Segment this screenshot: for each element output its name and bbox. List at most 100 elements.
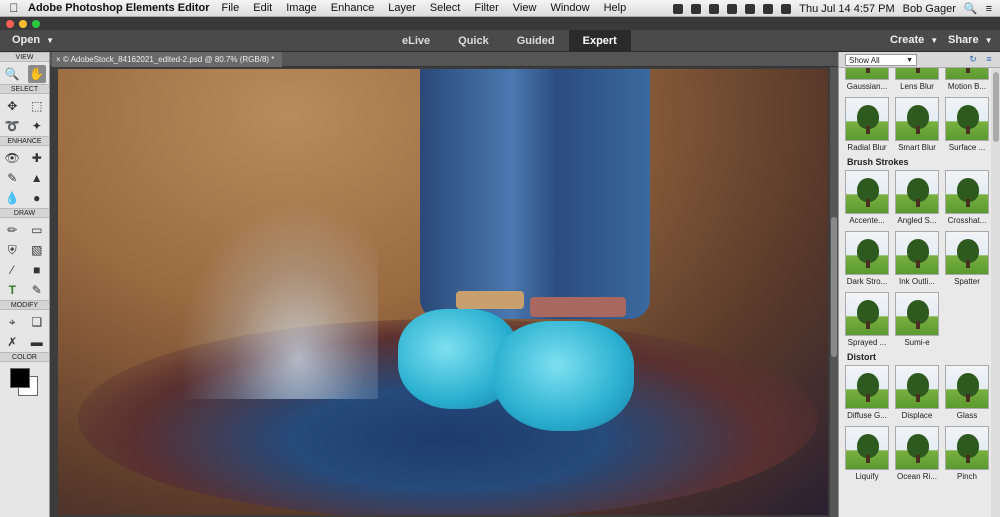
zoom-window-button[interactable] — [32, 19, 40, 28]
filter-thumbnail — [845, 426, 889, 470]
filter-surface-blur[interactable]: Surface ... — [943, 97, 991, 154]
document-tab[interactable]: × © AdobeStock_84162021_edited-2.psd @ 8… — [52, 52, 283, 67]
minimize-window-button[interactable] — [19, 19, 27, 28]
document-image[interactable] — [58, 69, 828, 515]
status-area: Thu Jul 14 4:57 PM Bob Gager 🔍 ≡ — [673, 0, 1000, 17]
move-tool-icon[interactable]: ✥ — [3, 97, 21, 115]
trunk-icon — [916, 394, 920, 402]
scrollbar-thumb[interactable] — [831, 217, 837, 357]
mode-tabs: eLive Quick Guided Expert — [388, 30, 631, 52]
color-swatches — [0, 364, 49, 404]
eyedropper-tool-icon[interactable]: ⁄ — [3, 261, 21, 279]
lasso-tool-icon[interactable]: ➰ — [3, 117, 21, 135]
canvas-area[interactable] — [50, 67, 830, 517]
clock-text[interactable]: Thu Jul 14 4:57 PM — [799, 3, 894, 15]
panel-scrollbar[interactable] — [991, 68, 1000, 517]
list-icon[interactable]: ≡ — [986, 3, 992, 15]
clone-stamp-tool-icon[interactable]: ▲ — [28, 169, 46, 187]
scrollbar-thumb[interactable] — [993, 72, 999, 142]
hand-tool-icon[interactable]: ✋ — [27, 65, 46, 83]
splash-region — [178, 199, 378, 399]
menu-window[interactable]: Window — [550, 2, 589, 14]
smart-brush-tool-icon[interactable]: ✎ — [3, 169, 21, 187]
create-button[interactable]: Create ▼ — [890, 34, 938, 46]
content-aware-move-tool-icon[interactable]: ✗ — [3, 333, 21, 351]
brush-tool-icon[interactable]: ✏ — [3, 221, 21, 239]
blur-tool-icon[interactable]: 💧 — [3, 189, 21, 207]
filter-label: Lens Blur — [900, 82, 934, 91]
dropbox-icon[interactable] — [709, 3, 720, 14]
spotlight-icon[interactable]: 🔍 — [964, 2, 978, 15]
spot-healing-tool-icon[interactable]: ✚ — [28, 149, 46, 167]
tab-quick[interactable]: Quick — [444, 30, 503, 52]
share-button[interactable]: Share ▼ — [948, 34, 993, 46]
menu-layer[interactable]: Layer — [388, 2, 416, 14]
close-window-button[interactable] — [6, 19, 14, 28]
recompose-tool-icon[interactable]: ❏ — [28, 313, 46, 331]
menu-help[interactable]: Help — [604, 2, 627, 14]
apple-icon[interactable]:  — [0, 1, 28, 15]
filter-motion-blur[interactable]: Motion B... — [943, 68, 991, 93]
tab-expert[interactable]: Expert — [568, 30, 631, 52]
marquee-tool-icon[interactable]: ⬚ — [28, 97, 46, 115]
filter-ink-outlines[interactable]: Ink Outli... — [893, 231, 941, 288]
open-button[interactable]: Open ▼ — [12, 34, 54, 46]
zoom-tool-icon[interactable]: 🔍 — [3, 65, 21, 83]
filter-lens-blur[interactable]: Lens Blur — [893, 68, 941, 93]
app-name[interactable]: Adobe Photoshop Elements Editor — [28, 2, 210, 14]
filter-crosshatch[interactable]: Crosshat... — [943, 170, 991, 227]
canvas-scrollbar[interactable] — [830, 67, 838, 517]
filter-sumi-e[interactable]: Sumi-e — [893, 292, 941, 349]
battery-icon[interactable] — [781, 3, 792, 14]
menu-image[interactable]: Image — [286, 2, 317, 14]
clock-icon[interactable] — [745, 3, 756, 14]
foreground-color-swatch[interactable] — [10, 368, 30, 388]
filter-smart-blur[interactable]: Smart Blur — [893, 97, 941, 154]
filter-radial-blur[interactable]: Radial Blur — [843, 97, 891, 154]
filter-gaussian-blur[interactable]: Gaussian... — [843, 68, 891, 93]
gradient-tool-icon[interactable]: ▧ — [28, 241, 46, 259]
filter-glass[interactable]: Glass — [943, 365, 991, 422]
user-name[interactable]: Bob Gager — [903, 3, 956, 15]
menu-filter[interactable]: Filter — [474, 2, 498, 14]
trunk-icon — [866, 126, 870, 134]
shape-tool-icon[interactable]: ■ — [28, 261, 46, 279]
top-toolbar: Open ▼ eLive Quick Guided Expert Create ▼ … — [0, 30, 1000, 52]
menu-select[interactable]: Select — [430, 2, 461, 14]
paint-bucket-tool-icon[interactable]: ⛨ — [3, 241, 21, 259]
filter-displace[interactable]: Displace — [893, 365, 941, 422]
filter-angled-strokes[interactable]: Angled S... — [893, 170, 941, 227]
quick-selection-tool-icon[interactable]: ✦ — [28, 117, 46, 135]
filter-label: Surface ... — [948, 143, 986, 152]
filter-dark-strokes[interactable]: Dark Stro... — [843, 231, 891, 288]
chevron-down-icon: ▼ — [46, 36, 55, 45]
filter-diffuse-glow[interactable]: Diffuse G... — [843, 365, 891, 422]
filter-liquify[interactable]: Liquify — [843, 426, 891, 483]
filter-accented-edges[interactable]: Accente... — [843, 170, 891, 227]
filter-ocean-ripple[interactable]: Ocean Ri... — [893, 426, 941, 483]
close-icon[interactable]: × — [56, 55, 63, 64]
eraser-tool-icon[interactable]: ▭ — [28, 221, 46, 239]
filter-pinch[interactable]: Pinch — [943, 426, 991, 483]
crop-tool-icon[interactable]: ⌖ — [3, 313, 21, 331]
sponge-tool-icon[interactable]: ● — [28, 189, 46, 207]
menu-view[interactable]: View — [513, 2, 537, 14]
display-icon[interactable] — [727, 3, 738, 14]
menu-edit[interactable]: Edit — [253, 2, 272, 14]
menu-enhance[interactable]: Enhance — [331, 2, 374, 14]
wifi-icon[interactable] — [763, 3, 774, 14]
filter-category-select[interactable]: Show All ▼ — [845, 54, 917, 66]
panel-menu-icon[interactable]: ≡ — [983, 54, 995, 66]
type-tool-icon[interactable]: T — [3, 281, 21, 299]
tab-guided[interactable]: Guided — [503, 30, 569, 52]
menu-file[interactable]: File — [222, 2, 240, 14]
red-eye-tool-icon[interactable]: 👁 — [3, 149, 21, 167]
filter-spatter[interactable]: Spatter — [943, 231, 991, 288]
refresh-icon[interactable]: ↻ — [967, 54, 979, 66]
pencil-tool-icon[interactable]: ✎ — [28, 281, 46, 299]
record-icon[interactable] — [673, 3, 684, 14]
cloud-icon[interactable] — [691, 3, 702, 14]
tab-elive[interactable]: eLive — [388, 30, 444, 52]
straighten-tool-icon[interactable]: ▬ — [28, 333, 46, 351]
filter-sprayed-strokes[interactable]: Sprayed ... — [843, 292, 891, 349]
